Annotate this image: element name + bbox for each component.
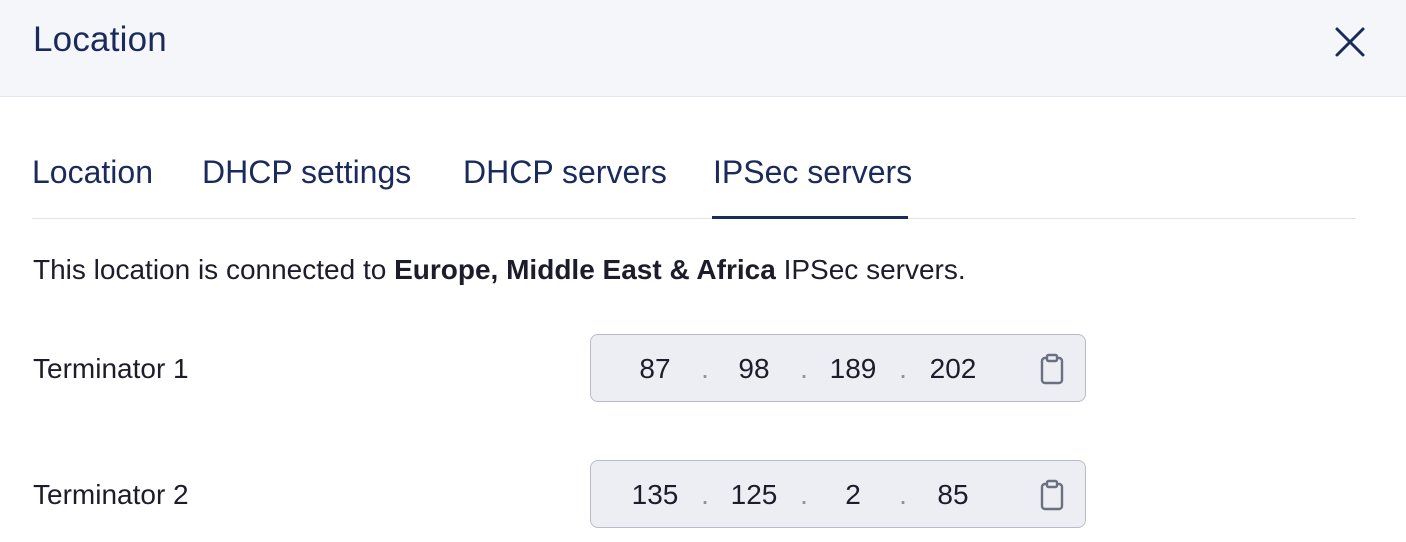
terminator-1-ip-field: 87 . 98 . 189 . 202	[590, 334, 1086, 402]
clipboard-icon	[1040, 479, 1064, 511]
ip-octet: 85	[937, 479, 969, 510]
tab-dhcp-servers[interactable]: DHCP servers	[463, 152, 667, 192]
ip-octet: 135	[631, 479, 679, 510]
copy-terminator-1-button[interactable]	[1037, 353, 1067, 385]
tab-bar: Location DHCP settings DHCP servers IPSe…	[32, 138, 1356, 219]
ip-separator: .	[800, 353, 808, 384]
ip-octet: 2	[845, 479, 861, 510]
close-icon	[1335, 27, 1365, 57]
ip-separator: .	[701, 353, 709, 384]
terminator-1-label: Terminator 1	[33, 353, 189, 384]
ip-octet: 87	[639, 353, 671, 384]
description-prefix: This location is connected to	[33, 254, 395, 285]
ip-separator: .	[701, 479, 709, 510]
ip-octet: 202	[929, 353, 977, 384]
copy-terminator-2-button[interactable]	[1037, 479, 1067, 511]
modal-header: Location	[0, 0, 1406, 97]
ip-octet: 125	[730, 479, 778, 510]
tab-dhcp-settings[interactable]: DHCP settings	[202, 152, 411, 192]
connection-description: This location is connected to Europe, Mi…	[33, 253, 966, 287]
ip-separator: .	[899, 353, 907, 384]
terminator-2-ip-field: 135 . 125 . 2 . 85	[590, 460, 1086, 528]
region-name: Europe, Middle East & Africa	[394, 254, 776, 285]
close-button[interactable]	[1330, 22, 1370, 62]
ip-separator: .	[800, 479, 808, 510]
description-suffix: IPSec servers.	[775, 254, 966, 285]
clipboard-icon	[1040, 353, 1064, 385]
terminator-2-label: Terminator 2	[33, 479, 189, 510]
ip-octet: 189	[829, 353, 877, 384]
active-tab-indicator	[712, 216, 908, 219]
tab-ipsec-servers[interactable]: IPSec servers	[713, 152, 912, 192]
location-modal: Location Location DHCP settings DHCP ser…	[0, 0, 1406, 542]
modal-title: Location	[33, 20, 167, 59]
ip-separator: .	[899, 479, 907, 510]
tab-location[interactable]: Location	[32, 152, 153, 192]
ip-octet: 98	[738, 353, 770, 384]
